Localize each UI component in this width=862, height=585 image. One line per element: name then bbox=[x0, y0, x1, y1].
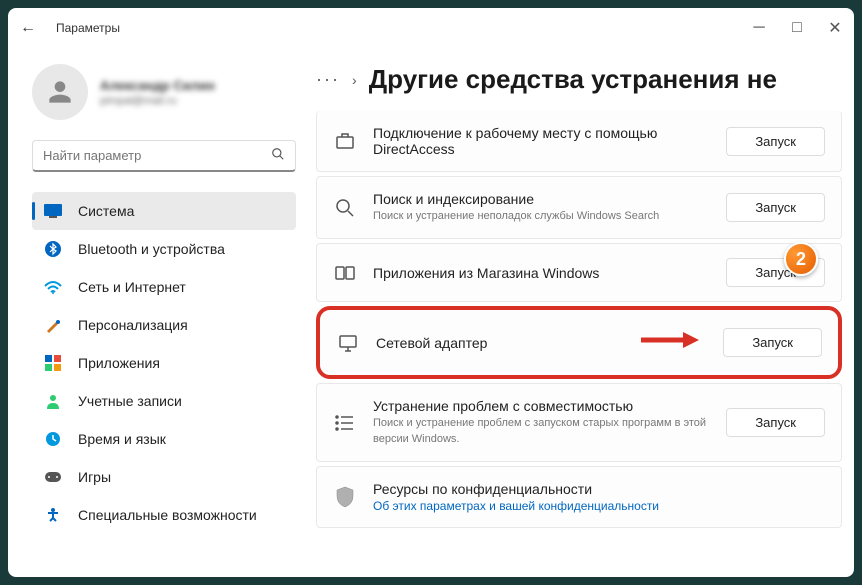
privacy-resources: Ресурсы по конфиденциальности Об этих па… bbox=[316, 466, 842, 528]
breadcrumb-more[interactable]: ··· bbox=[316, 69, 340, 90]
search-box[interactable] bbox=[32, 140, 296, 172]
privacy-link[interactable]: Об этих параметрах и вашей конфиденциаль… bbox=[373, 499, 825, 513]
bluetooth-icon bbox=[44, 240, 62, 258]
profile-name: Александр Силин bbox=[100, 78, 215, 93]
sidebar-item-network[interactable]: Сеть и Интернет bbox=[32, 268, 296, 306]
titlebar: ← Параметры ─ □ ✕ bbox=[8, 8, 854, 48]
item-title: Поиск и индексирование bbox=[373, 191, 710, 207]
apps-grid-icon bbox=[333, 266, 357, 280]
main-content: ··· › Другие средства устранения не Подк… bbox=[308, 48, 854, 577]
sidebar-item-label: Система bbox=[78, 203, 134, 219]
item-title: Приложения из Магазина Windows bbox=[373, 265, 710, 281]
briefcase-icon bbox=[333, 132, 357, 150]
chevron-right-icon: › bbox=[352, 72, 357, 88]
network-icon bbox=[44, 278, 62, 296]
accessibility-icon bbox=[44, 506, 62, 524]
sidebar-item-system[interactable]: Система bbox=[32, 192, 296, 230]
maximize-button[interactable]: □ bbox=[790, 21, 804, 35]
app-title: Параметры bbox=[56, 21, 120, 35]
sidebar-item-apps[interactable]: Приложения bbox=[32, 344, 296, 382]
troubleshooter-search: Поиск и индексирование Поиск и устранени… bbox=[316, 176, 842, 239]
launch-button[interactable]: Запуск bbox=[726, 127, 825, 156]
sidebar-item-gaming[interactable]: Игры bbox=[32, 458, 296, 496]
gaming-icon bbox=[44, 468, 62, 486]
sidebar-item-label: Специальные возможности bbox=[78, 507, 257, 523]
sidebar-item-label: Сеть и Интернет bbox=[78, 279, 186, 295]
personalization-icon bbox=[44, 316, 62, 334]
annotation-badge: 2 bbox=[784, 242, 818, 276]
time-icon bbox=[44, 430, 62, 448]
nav: Система Bluetooth и устройства Сеть и Ин… bbox=[32, 192, 296, 534]
sidebar-item-accessibility[interactable]: Специальные возможности bbox=[32, 496, 296, 534]
system-icon bbox=[44, 202, 62, 220]
avatar bbox=[32, 64, 88, 120]
sidebar: Александр Силин pimpal@mail.ru Система B… bbox=[8, 48, 308, 577]
item-desc: Поиск и устранение проблем с запуском ст… bbox=[373, 416, 710, 447]
shield-icon bbox=[333, 486, 357, 508]
launch-button[interactable]: Запуск bbox=[726, 193, 825, 222]
troubleshooter-network-adapter: Сетевой адаптер Запуск bbox=[316, 306, 842, 379]
sidebar-item-label: Приложения bbox=[78, 355, 160, 371]
page-header: ··· › Другие средства устранения не bbox=[316, 64, 842, 95]
search-icon bbox=[271, 147, 285, 164]
item-desc: Поиск и устранение неполадок службы Wind… bbox=[373, 209, 710, 224]
item-title: Подключение к рабочему месту с помощью D… bbox=[373, 125, 710, 157]
profile-email: pimpal@mail.ru bbox=[100, 95, 215, 107]
settings-window: ← Параметры ─ □ ✕ Александр Силин pimpal… bbox=[8, 8, 854, 577]
accounts-icon bbox=[44, 392, 62, 410]
sidebar-item-time[interactable]: Время и язык bbox=[32, 420, 296, 458]
search-input[interactable] bbox=[43, 148, 271, 163]
sidebar-item-accounts[interactable]: Учетные записи bbox=[32, 382, 296, 420]
close-button[interactable]: ✕ bbox=[828, 21, 842, 35]
launch-button[interactable]: Запуск bbox=[726, 408, 825, 437]
apps-icon bbox=[44, 354, 62, 372]
sidebar-item-label: Игры bbox=[78, 469, 111, 485]
monitor-icon bbox=[336, 334, 360, 352]
sidebar-item-label: Bluetooth и устройства bbox=[78, 241, 225, 257]
minimize-button[interactable]: ─ bbox=[752, 21, 766, 35]
search-icon bbox=[333, 198, 357, 218]
troubleshooter-compatibility: Устранение проблем с совместимостью Поис… bbox=[316, 383, 842, 462]
list-icon bbox=[333, 415, 357, 431]
launch-button[interactable]: Запуск bbox=[723, 328, 822, 357]
sidebar-item-label: Учетные записи bbox=[78, 393, 182, 409]
back-button[interactable]: ← bbox=[20, 19, 36, 37]
profile[interactable]: Александр Силин pimpal@mail.ru bbox=[32, 64, 296, 120]
sidebar-item-bluetooth[interactable]: Bluetooth и устройства bbox=[32, 230, 296, 268]
troubleshooter-directaccess: Подключение к рабочему месту с помощью D… bbox=[316, 111, 842, 172]
sidebar-item-personalization[interactable]: Персонализация bbox=[32, 306, 296, 344]
page-title: Другие средства устранения не bbox=[369, 64, 777, 95]
troubleshooter-store-apps: Приложения из Магазина Windows Запуск bbox=[316, 243, 842, 302]
sidebar-item-label: Время и язык bbox=[78, 431, 166, 447]
item-title: Устранение проблем с совместимостью bbox=[373, 398, 710, 414]
item-title: Сетевой адаптер bbox=[376, 335, 623, 351]
sidebar-item-label: Персонализация bbox=[78, 317, 188, 333]
item-title: Ресурсы по конфиденциальности bbox=[373, 481, 825, 497]
